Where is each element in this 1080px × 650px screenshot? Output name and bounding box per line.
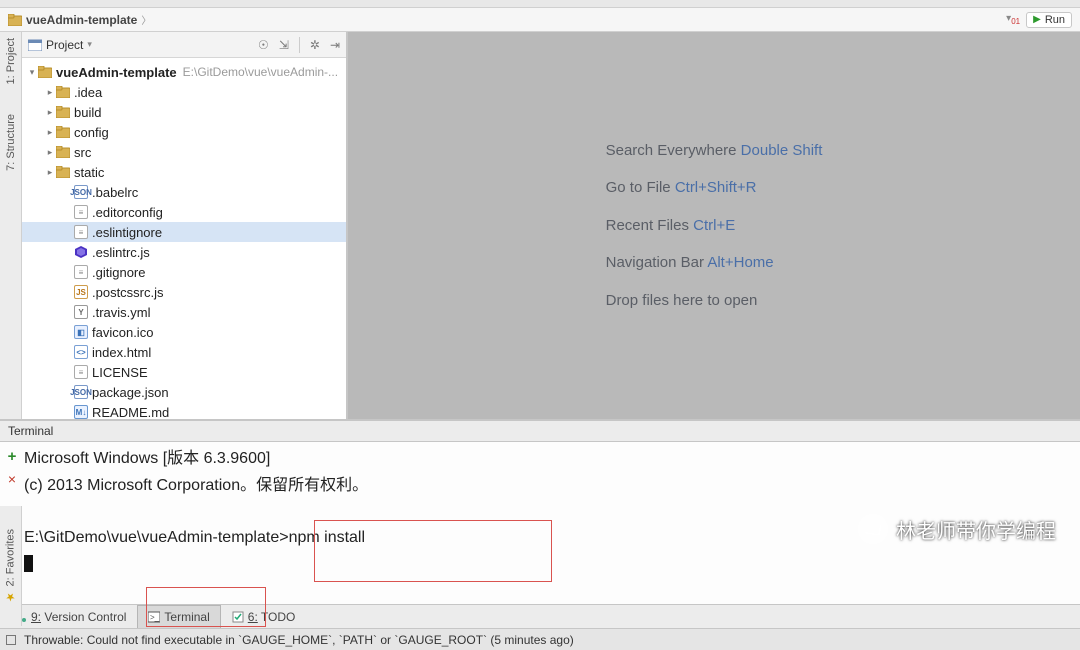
status-icon[interactable] xyxy=(6,635,16,645)
file-icon: JS xyxy=(74,285,88,299)
expand-arrow-icon[interactable]: ▾ xyxy=(26,67,38,78)
tab-todo[interactable]: 6: TODO xyxy=(221,605,307,628)
tree-file-editorconfig[interactable]: ≡.editorconfig xyxy=(22,202,346,222)
chevron-right-icon: 〉 xyxy=(141,12,151,27)
expand-arrow-icon[interactable]: ▸ xyxy=(44,127,56,138)
folder-icon xyxy=(56,166,70,178)
hide-icon[interactable]: ⇥ xyxy=(330,38,340,52)
tool-tab-project[interactable]: 1: Project xyxy=(5,38,17,84)
todo-icon xyxy=(232,611,244,623)
tree-file-packagejson[interactable]: JSONpackage.json xyxy=(22,382,346,402)
tree-file-babelrc[interactable]: JSON.babelrc xyxy=(22,182,346,202)
project-panel-icon xyxy=(28,39,42,51)
breadcrumb-root[interactable]: vueAdmin-template xyxy=(26,13,137,27)
file-icon: ◧ xyxy=(74,325,88,339)
play-icon: ▶ xyxy=(1033,14,1041,25)
tree-file-eslintignore[interactable]: ≡.eslintignore xyxy=(22,222,346,242)
folder-icon xyxy=(56,86,70,98)
file-icon: <> xyxy=(74,345,88,359)
terminal-header[interactable]: Terminal xyxy=(0,420,1080,442)
file-icon: ≡ xyxy=(74,225,88,239)
tree-folder-config[interactable]: ▸config xyxy=(22,122,346,142)
tree-file-LICENSE[interactable]: ≡LICENSE xyxy=(22,362,346,382)
status-message: Throwable: Could not find executable in … xyxy=(24,633,574,647)
folder-icon xyxy=(8,14,22,26)
new-session-button[interactable]: + xyxy=(8,448,17,465)
folder-icon xyxy=(56,106,70,118)
editor-empty-area[interactable]: Search Everywhere Double Shift Go to Fil… xyxy=(347,32,1080,419)
file-icon: ≡ xyxy=(74,205,88,219)
left-tool-gutter: 1: Project 7: Structure xyxy=(0,32,22,419)
tool-tab-structure[interactable]: 7: Structure xyxy=(5,114,17,171)
run-button[interactable]: ▶ Run xyxy=(1026,12,1072,28)
folder-icon xyxy=(38,66,52,78)
tool-tab-favorites[interactable]: ★2: Favorites xyxy=(4,529,17,603)
tool-tab-favorites-wrap: ★2: Favorites xyxy=(0,506,22,626)
expand-arrow-icon[interactable]: ▸ xyxy=(44,167,56,178)
project-panel-title: Project xyxy=(46,38,83,52)
target-icon[interactable]: ☉ xyxy=(258,38,269,52)
tree-file-postcssrcjs[interactable]: JS.postcssrc.js xyxy=(22,282,346,302)
gear-icon[interactable]: ✲ xyxy=(310,38,320,52)
welcome-hints: Search Everywhere Double Shift Go to Fil… xyxy=(606,132,823,320)
close-session-button[interactable]: × xyxy=(8,471,16,487)
tree-file-READMEmd[interactable]: M↓README.md xyxy=(22,402,346,419)
expand-arrow-icon[interactable]: ▸ xyxy=(44,87,56,98)
run-label: Run xyxy=(1045,14,1065,26)
tree-file-indexhtml[interactable]: <>index.html xyxy=(22,342,346,362)
file-icon: Y xyxy=(74,305,88,319)
tree-file-gitignore[interactable]: ≡.gitignore xyxy=(22,262,346,282)
tree-folder-build[interactable]: ▸build xyxy=(22,102,346,122)
folder-icon xyxy=(56,126,70,138)
expand-arrow-icon[interactable]: ▸ xyxy=(44,107,56,118)
expand-arrow-icon[interactable]: ▸ xyxy=(44,147,56,158)
tab-terminal[interactable]: >_ Terminal xyxy=(137,605,220,628)
file-icon: ≡ xyxy=(74,365,88,379)
folder-icon xyxy=(56,146,70,158)
terminal-caret xyxy=(24,555,33,572)
file-icon: ≡ xyxy=(74,265,88,279)
project-tree[interactable]: ▾vueAdmin-templateE:\GitDemo\vue\vueAdmi… xyxy=(22,58,346,419)
file-icon: JSON xyxy=(74,185,88,199)
breadcrumb-bar: vueAdmin-template 〉 ▾01 ▶ Run xyxy=(0,8,1080,32)
tree-file-faviconico[interactable]: ◧favicon.ico xyxy=(22,322,346,342)
tree-folder-src[interactable]: ▸src xyxy=(22,142,346,162)
tree-file-eslintrcjs[interactable]: .eslintrc.js xyxy=(22,242,346,262)
bottom-tool-tabs: 9: Version Control >_ Terminal 6: TODO xyxy=(0,604,1080,628)
project-panel: Project ▾ ☉ ⇲ ✲ ⇥ ▾vueAdmin-templateE:\G… xyxy=(22,32,347,419)
status-bar: Throwable: Could not find executable in … xyxy=(0,628,1080,650)
window-titlebar xyxy=(0,0,1080,8)
tab-version-control[interactable]: 9: Version Control xyxy=(4,605,137,628)
collapse-icon[interactable]: ⇲ xyxy=(279,38,289,52)
tree-file-travisyml[interactable]: Y.travis.yml xyxy=(22,302,346,322)
tree-folder-static[interactable]: ▸static xyxy=(22,162,346,182)
file-icon: JSON xyxy=(74,385,88,399)
file-icon: M↓ xyxy=(74,405,88,419)
svg-text:>_: >_ xyxy=(150,613,160,622)
eslint-icon xyxy=(74,245,88,259)
terminal-body[interactable]: + × Microsoft Windows [版本 6.3.9600] (c) … xyxy=(0,442,1080,604)
tree-folder-idea[interactable]: ▸.idea xyxy=(22,82,346,102)
terminal-output[interactable]: Microsoft Windows [版本 6.3.9600] (c) 2013… xyxy=(24,442,1080,604)
tree-root[interactable]: ▾vueAdmin-templateE:\GitDemo\vue\vueAdmi… xyxy=(22,62,346,82)
project-panel-header: Project ▾ ☉ ⇲ ✲ ⇥ xyxy=(22,32,346,58)
terminal-icon: >_ xyxy=(148,611,160,623)
